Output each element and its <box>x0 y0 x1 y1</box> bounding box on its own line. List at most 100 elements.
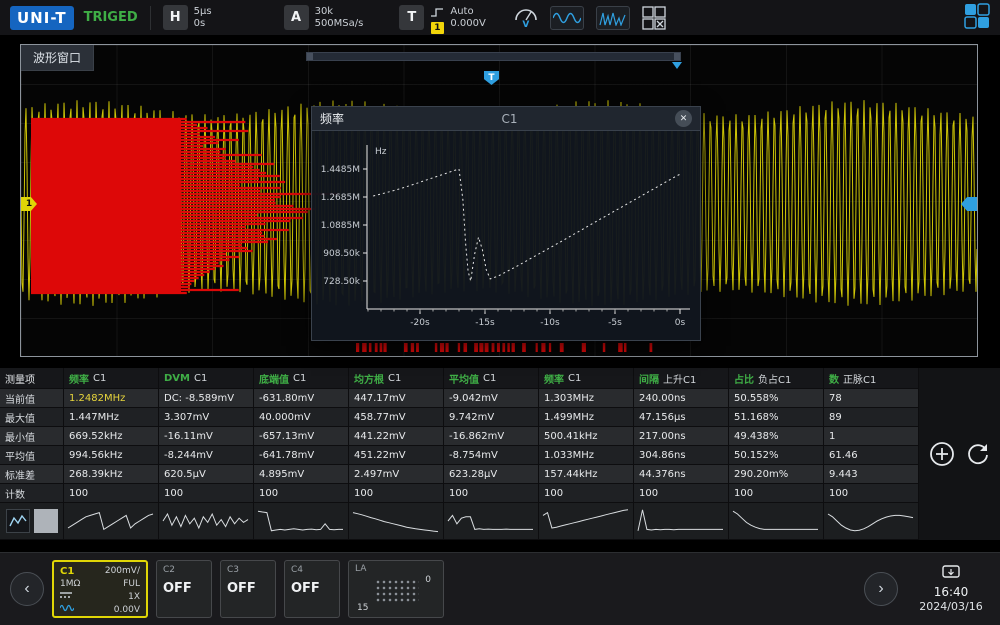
measure-value-cell: 994.56kHz <box>64 446 159 465</box>
measure-value-cell: 447.17mV <box>349 389 444 408</box>
layout-panes-icon[interactable] <box>964 3 990 33</box>
fft-view-icon[interactable] <box>596 6 630 30</box>
channel-2-box[interactable]: C2 OFF <box>156 560 212 618</box>
close-icon[interactable]: ✕ <box>675 110 692 127</box>
measure-column-header[interactable]: 平均值C1 <box>444 368 539 389</box>
measure-value-cell: 3.307mV <box>159 408 254 427</box>
measure-column-header[interactable]: 底端值C1 <box>254 368 349 389</box>
measurement-side-rail <box>919 368 1000 540</box>
measure-value-cell: 1.033MHz <box>539 446 634 465</box>
frequency-trend-chart: 1.4485M1.2685M1.0885M908.50k728.50k-20s-… <box>312 131 700 340</box>
trend-view-icon[interactable] <box>6 509 30 533</box>
measure-value-cell: 1.303MHz <box>539 389 634 408</box>
channel-1-box[interactable]: C1 200mV/ 1MΩ FUL 1X 0.00V <box>52 560 148 618</box>
scroll-left-button[interactable]: ‹ <box>10 572 44 606</box>
measure-name: 占比 <box>734 371 754 386</box>
measure-value-cell: 304.86ns <box>634 446 729 465</box>
dvm-gauge-icon[interactable]: V <box>514 7 538 29</box>
measure-row-label: 计数 <box>0 484 64 503</box>
acquire-settings-button[interactable]: A 30k 500MSa/s <box>284 5 364 30</box>
trigger-level-value: 0.000V <box>450 18 485 30</box>
la-bit-high-label: 0 <box>425 575 431 585</box>
measure-row-label: 最大值 <box>0 408 64 427</box>
channel-1-offset: 0.00V <box>114 604 140 617</box>
svg-text:1.4485M: 1.4485M <box>321 165 360 175</box>
measure-value-cell: 451.22mV <box>349 446 444 465</box>
measure-value-cell: -9.042mV <box>444 389 539 408</box>
measure-sparkline <box>444 503 539 540</box>
svg-text:Hz: Hz <box>375 147 387 157</box>
scroll-right-button[interactable]: › <box>864 572 898 606</box>
horizontal-settings-button[interactable]: H 5µs 0s <box>163 5 212 30</box>
measure-value-cell: 61.46 <box>824 446 919 465</box>
measure-name: 底端值 <box>259 371 289 386</box>
svg-text:-5s: -5s <box>608 318 622 328</box>
channel-1-scale: 200mV/ <box>105 565 140 578</box>
reset-statistics-button[interactable] <box>965 441 991 467</box>
measure-column-header[interactable]: 间隔上升C1 <box>634 368 729 389</box>
measure-source: C1 <box>93 373 106 384</box>
measure-name: 平均值 <box>449 371 479 386</box>
quick-icons: V <box>514 6 666 30</box>
measure-view-toggles <box>0 503 64 540</box>
measure-value-cell: 100 <box>824 484 919 503</box>
measure-column-header[interactable]: 频率 C1 <box>64 368 159 389</box>
unit-logo: UNI-T <box>10 6 74 30</box>
trigger-source-badge: 1 <box>431 22 444 34</box>
measure-column-header[interactable]: DVMC1 <box>159 368 254 389</box>
coupling-icon <box>60 591 72 604</box>
measure-source: C1 <box>568 373 581 384</box>
measure-value-cell: -16.862mV <box>444 427 539 446</box>
logic-analyzer-box[interactable]: LA 0 15 <box>348 560 444 618</box>
measure-value-cell: 100 <box>64 484 159 503</box>
channel-3-box[interactable]: C3 OFF <box>220 560 276 618</box>
add-measurement-button[interactable] <box>929 441 955 467</box>
trigger-settings-button[interactable]: T 1 Auto 0.000V <box>399 2 485 34</box>
measure-value-cell: 47.156µs <box>634 408 729 427</box>
measure-sparkline <box>64 503 159 540</box>
measure-column-header[interactable]: 数正脉C1 <box>824 368 919 389</box>
popup-title-bar[interactable]: 频率 C1 ✕ <box>312 107 700 131</box>
measure-name: 数 <box>829 371 839 386</box>
measure-value-cell: 9.443 <box>824 465 919 484</box>
svg-text:-15s: -15s <box>475 318 495 328</box>
measure-name: 频率 <box>69 371 89 386</box>
measure-column-header[interactable]: 占比负占C1 <box>729 368 824 389</box>
measure-value-cell: DC: -8.589mV <box>159 389 254 408</box>
list-view-toggle[interactable] <box>34 509 58 533</box>
measure-value-cell: 1.499MHz <box>539 408 634 427</box>
measure-value-cell: -657.13mV <box>254 427 349 446</box>
channel-2-state: OFF <box>163 581 205 596</box>
measure-source: 负占C1 <box>758 371 791 386</box>
popup-title: 频率 <box>320 110 344 127</box>
zoom-region-scrollbar[interactable] <box>306 52 681 61</box>
measure-sparkline <box>729 503 824 540</box>
waveform-view-icon[interactable] <box>550 6 584 30</box>
zoom-caret-icon[interactable] <box>672 62 682 69</box>
screenshot-icon[interactable] <box>942 565 960 584</box>
measure-column-header[interactable]: 均方根C1 <box>349 368 444 389</box>
channel-3-state: OFF <box>227 581 269 596</box>
measure-source: 正脉C1 <box>843 371 876 386</box>
measure-value-cell: 1.2482MHz <box>64 389 159 408</box>
measure-value-cell: -8.754mV <box>444 446 539 465</box>
frequency-trend-popup: 频率 C1 ✕ 1.4485M1.2685M1.0885M908.50k728.… <box>311 106 701 341</box>
channel-4-box[interactable]: C4 OFF <box>284 560 340 618</box>
measure-value-cell: 50.152% <box>729 446 824 465</box>
measure-sparkline <box>539 503 634 540</box>
channel-1-label: C1 <box>60 565 74 578</box>
svg-text:1.2685M: 1.2685M <box>321 193 360 203</box>
measure-column-header[interactable]: 频率C1 <box>539 368 634 389</box>
measure-value-cell: 100 <box>634 484 729 503</box>
window-grid-icon[interactable] <box>642 6 666 30</box>
top-toolbar: UNI-T TRIGED H 5µs 0s A 30k 500MSa/s T 1… <box>0 0 1000 36</box>
waveform-window-tab[interactable]: 波形窗口 <box>21 45 94 71</box>
measurement-panel: 测量项频率C1DVMC1底端值C1均方根C1平均值C1频率C1间隔上升C1占比负… <box>0 368 1000 540</box>
measure-value-cell: 268.39kHz <box>64 465 159 484</box>
measure-value-cell: 40.000mV <box>254 408 349 427</box>
measure-value-cell: 458.77mV <box>349 408 444 427</box>
measure-value-cell: 44.376ns <box>634 465 729 484</box>
measure-value-cell: 100 <box>539 484 634 503</box>
popup-channel-label: C1 <box>344 112 675 126</box>
date-label: 2024/03/16 <box>919 600 982 613</box>
